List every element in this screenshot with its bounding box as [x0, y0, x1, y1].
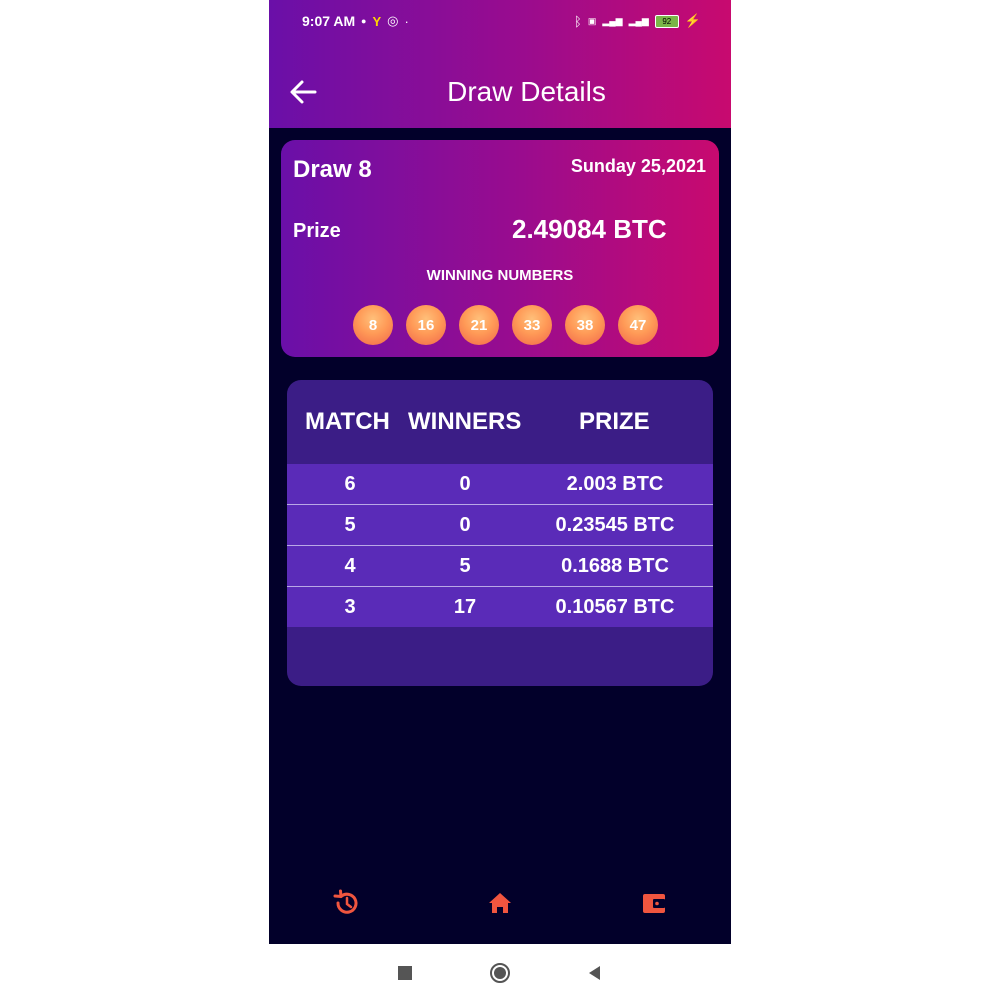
system-status-icons: ᛒ ▣ ▂▄▆ ▂▄▆ 92 ⚡ [574, 13, 701, 29]
column-header-prize: PRIZE [579, 408, 650, 435]
column-header-match: MATCH [305, 408, 390, 435]
home-button-icon[interactable] [489, 962, 511, 984]
cell-prize: 2.003 BTC [566, 473, 664, 495]
back-button-icon[interactable] [584, 962, 606, 984]
more-dot-icon: · [404, 13, 409, 29]
winning-numbers-label: WINNING NUMBERS [426, 267, 574, 284]
instagram-icon: ◎ [387, 13, 399, 28]
cell-prize: 0.23545 BTC [555, 514, 675, 536]
draw-name: Draw 8 [293, 156, 372, 183]
number-ball: 16 [406, 305, 446, 345]
number-ball: 38 [565, 305, 605, 345]
prize-value: 2.49084 BTC [512, 214, 667, 244]
cell-winners: 0 [459, 514, 471, 536]
cell-prize: 0.1688 BTC [561, 555, 669, 577]
wallet-icon[interactable] [639, 888, 669, 918]
number-ball: 33 [512, 305, 552, 345]
charging-icon: ⚡ [684, 13, 701, 28]
prize-label: Prize [293, 220, 341, 242]
signal-icon: ▂▄▆ [628, 15, 649, 26]
table-row: 6 0 2.003 BTC [287, 464, 713, 505]
table-header: MATCH WINNERS PRIZE [287, 380, 713, 464]
table-row: 3 17 0.10567 BTC [287, 587, 713, 627]
number-ball: 21 [459, 305, 499, 345]
winning-numbers: 8 16 21 33 38 47 [353, 305, 658, 345]
bottom-navigation [269, 880, 731, 925]
home-icon[interactable] [485, 888, 515, 918]
results-table: MATCH WINNERS PRIZE 6 0 2.003 BTC 5 0 0.… [287, 380, 713, 686]
cell-match: 6 [344, 473, 356, 495]
notification-icons: ● Y ◎ · [361, 13, 409, 29]
recent-apps-icon[interactable] [394, 962, 416, 984]
status-bar: 9:07 AM ● Y ◎ · ᛒ ▣ ▂▄▆ ▂▄▆ 92 ⚡ [269, 10, 731, 32]
back-arrow-icon[interactable] [287, 76, 319, 108]
number-ball: 8 [353, 305, 393, 345]
volte-icon: ▣ [587, 15, 597, 26]
draw-date: Sunday 25,2021 [570, 156, 706, 176]
cell-prize: 0.10567 BTC [555, 596, 675, 618]
cell-winners: 0 [459, 473, 471, 495]
cell-match: 4 [344, 555, 356, 577]
signal-4g-icon: ▂▄▆ [602, 15, 623, 26]
battery-icon: 92 [654, 14, 679, 28]
history-icon[interactable] [331, 888, 361, 918]
table-body: 6 0 2.003 BTC 5 0 0.23545 BTC 4 5 0.1688… [287, 464, 713, 627]
status-time: 9:07 AM [302, 13, 356, 29]
carrier-icon: ● [361, 16, 367, 26]
cell-match: 5 [344, 514, 356, 536]
app-screen: 9:07 AM ● Y ◎ · ᛒ ▣ ▂▄▆ ▂▄▆ 92 ⚡ Draw De… [269, 0, 731, 944]
page-title: Draw Details [447, 76, 606, 107]
number-ball: 47 [618, 305, 658, 345]
draw-summary-card: Draw 8 Sunday 25,2021 Prize 2.49084 BTC … [281, 140, 719, 357]
app-header: 9:07 AM ● Y ◎ · ᛒ ▣ ▂▄▆ ▂▄▆ 92 ⚡ Draw De… [269, 0, 731, 128]
app-notification-icon: Y [372, 13, 382, 29]
table-row: 5 0 0.23545 BTC [287, 505, 713, 546]
cell-winners: 17 [453, 596, 477, 618]
cell-match: 3 [344, 596, 356, 618]
column-header-winners: WINNERS [408, 408, 522, 435]
cell-winners: 5 [459, 555, 471, 577]
table-row: 4 5 0.1688 BTC [287, 546, 713, 587]
bluetooth-icon: ᛒ [574, 13, 582, 29]
system-navigation-bar [0, 944, 1000, 1000]
